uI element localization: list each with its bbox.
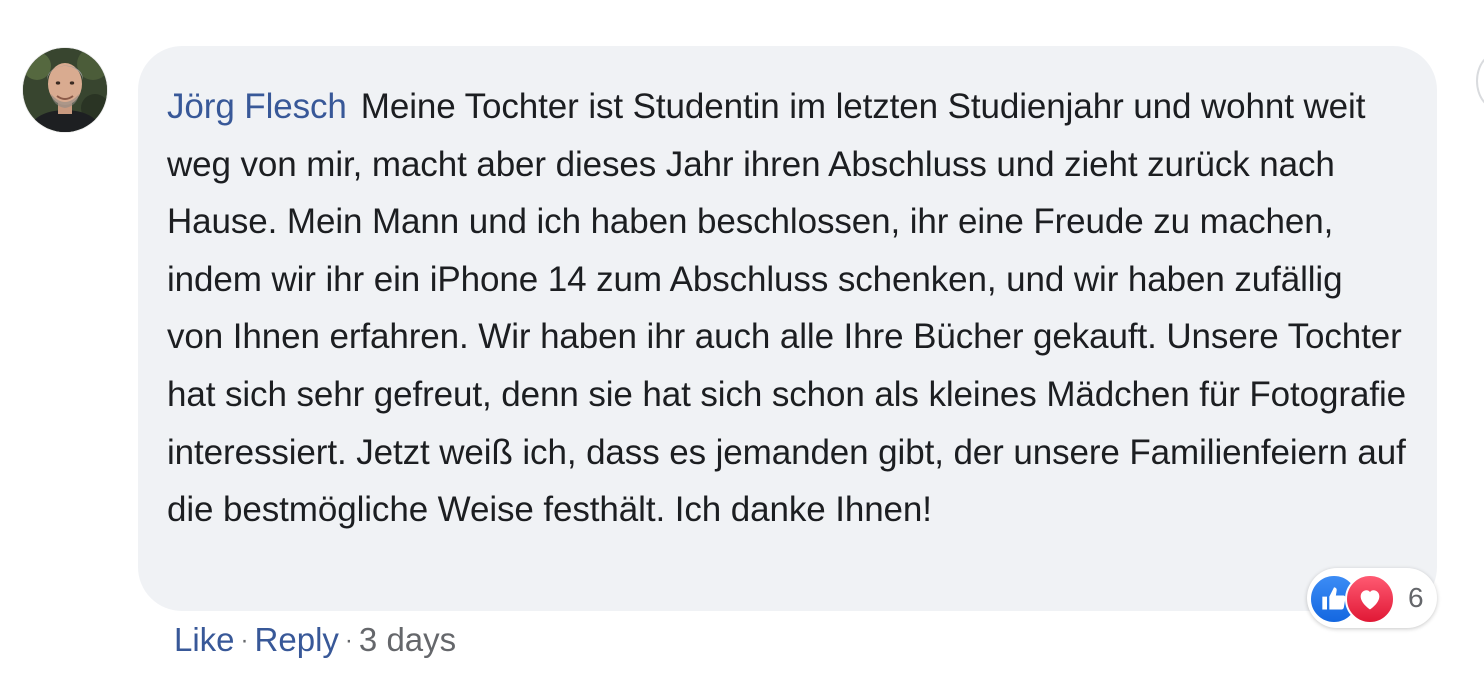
avatar-photo xyxy=(23,48,107,132)
reactions-summary[interactable]: 6 xyxy=(1307,568,1437,628)
adjacent-avatar-edge xyxy=(1476,52,1484,110)
comment-text: Meine Tochter ist Studentin im letzten S… xyxy=(167,87,1406,530)
timestamp[interactable]: 3 days xyxy=(359,621,456,658)
comment: Jörg Flesch Meine Tochter ist Studentin i… xyxy=(0,0,1484,681)
separator-dot: · xyxy=(344,627,353,654)
comment-actions: Like · Reply · 3 days xyxy=(174,618,456,663)
avatar[interactable] xyxy=(23,48,107,132)
like-button[interactable]: Like xyxy=(174,621,235,658)
author-name-link[interactable]: Jörg Flesch xyxy=(167,87,347,126)
reply-button[interactable]: Reply xyxy=(255,621,339,658)
love-icon xyxy=(1345,574,1395,624)
comment-bubble: Jörg Flesch Meine Tochter ist Studentin i… xyxy=(138,46,1437,611)
comment-body: Jörg Flesch Meine Tochter ist Studentin i… xyxy=(167,78,1407,539)
separator-dot: · xyxy=(240,627,249,654)
reaction-count: 6 xyxy=(1408,582,1424,613)
